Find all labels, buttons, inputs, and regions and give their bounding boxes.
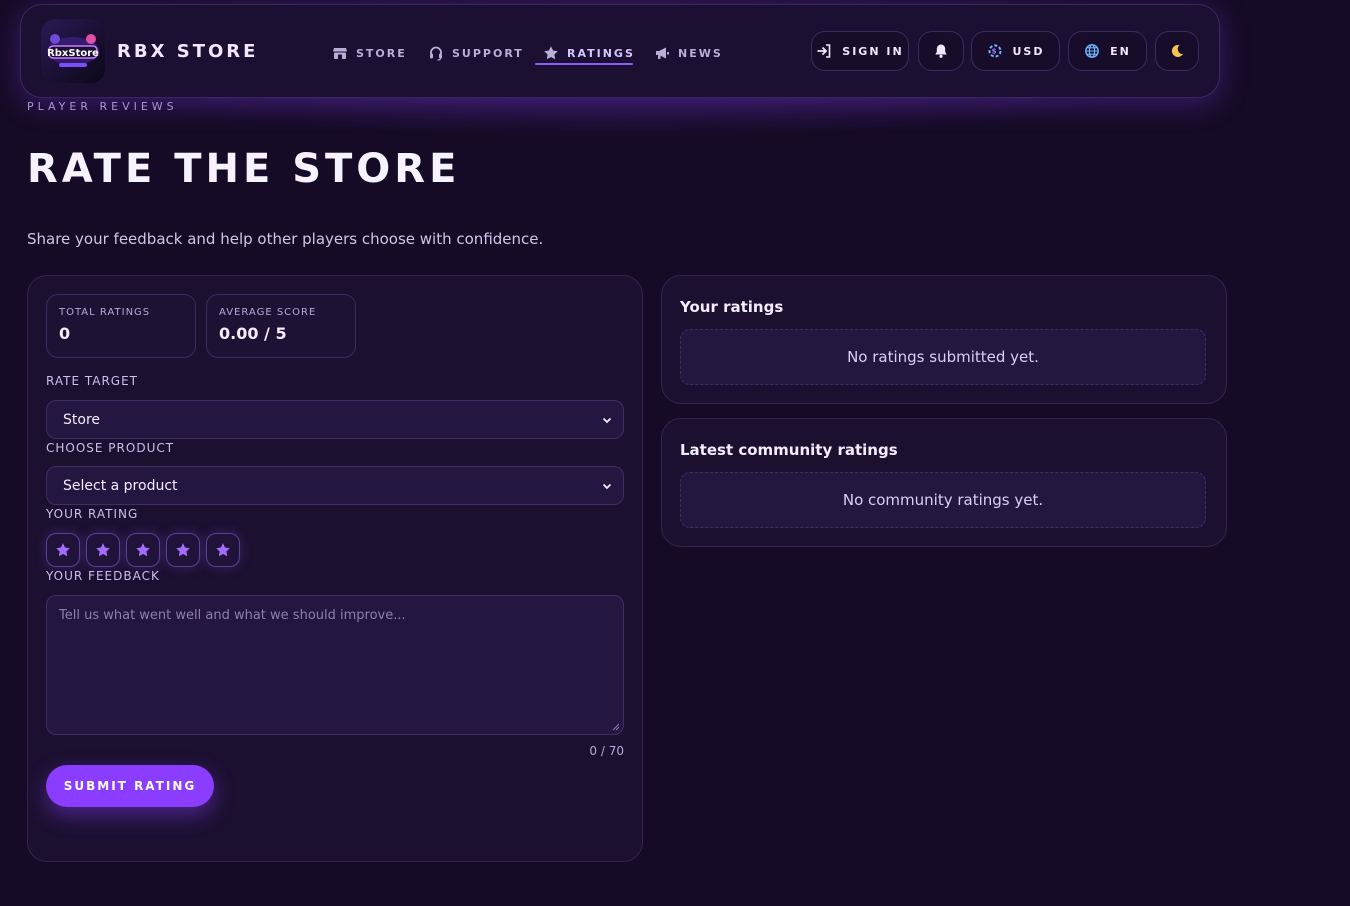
nav-support[interactable]: SUPPORT	[428, 41, 524, 65]
star-icon	[136, 543, 150, 557]
nav-ratings[interactable]: RATINGS	[543, 41, 635, 65]
page-eyebrow: PLAYER REVIEWS	[27, 100, 178, 113]
sign-in-icon	[817, 44, 831, 58]
star-icon	[216, 543, 230, 557]
nav-support-label: SUPPORT	[452, 46, 524, 60]
your-rating-label: YOUR RATING	[46, 507, 139, 521]
chevron-down-icon	[602, 483, 612, 489]
rate-target-select[interactable]: Store	[46, 400, 624, 439]
globe-icon	[1085, 44, 1100, 58]
star-icon	[176, 543, 190, 557]
nav-store-label: STORE	[356, 46, 407, 60]
your-ratings-title: Your ratings	[680, 298, 784, 316]
submit-rating-button[interactable]: SUBMIT RATING	[46, 765, 214, 807]
theme-toggle[interactable]	[1155, 31, 1199, 71]
stat-value: 0.00 / 5	[219, 324, 287, 343]
currency-icon: $	[988, 44, 1001, 58]
choose-product-label: CHOOSE PRODUCT	[46, 441, 175, 455]
product-value: Select a product	[63, 477, 178, 494]
star-icon	[96, 543, 110, 557]
megaphone-icon	[656, 47, 669, 59]
sign-in-label: SIGN IN	[842, 44, 904, 58]
character-counter: 0 / 70	[589, 744, 624, 758]
top-navbar: RbxStore RBX STORE STORE SUPPORT RATINGS	[20, 4, 1220, 98]
svg-text:$: $	[991, 48, 998, 56]
currency-label: USD	[1012, 44, 1045, 58]
logo-text: RbxStore	[47, 48, 99, 59]
nav-ratings-label: RATINGS	[567, 46, 635, 60]
store-logo[interactable]: RbxStore	[41, 19, 105, 83]
nav-news-label: NEWS	[678, 46, 723, 60]
average-score-stat: AVERAGE SCORE 0.00 / 5	[206, 294, 356, 358]
stat-value: 0	[59, 324, 71, 343]
page-title: RATE THE STORE	[27, 146, 461, 192]
language-label: EN	[1110, 44, 1131, 58]
rating-form-card: TOTAL RATINGS 0 AVERAGE SCORE 0.00 / 5 R…	[27, 275, 643, 862]
headset-icon	[430, 46, 442, 61]
feedback-textarea[interactable]: Tell us what went well and what we shoul…	[46, 595, 624, 735]
rate-target-label: RATE TARGET	[46, 374, 139, 388]
moon-icon	[1171, 44, 1183, 57]
notifications-button[interactable]	[918, 31, 964, 71]
resize-handle-icon[interactable]	[612, 723, 620, 731]
star-icon	[544, 46, 558, 60]
community-ratings-title: Latest community ratings	[680, 441, 898, 459]
stat-label: TOTAL RATINGS	[59, 307, 151, 318]
star-icon	[56, 543, 70, 557]
your-ratings-empty-state: No ratings submitted yet.	[680, 329, 1206, 385]
language-selector[interactable]: EN	[1068, 31, 1147, 71]
rating-star-button[interactable]	[206, 533, 240, 567]
your-feedback-label: YOUR FEEDBACK	[46, 569, 160, 583]
your-ratings-panel: Your ratings No ratings submitted yet.	[661, 275, 1227, 404]
chevron-down-icon	[602, 417, 612, 423]
total-ratings-stat: TOTAL RATINGS 0	[46, 294, 196, 358]
rating-star-button[interactable]	[86, 533, 120, 567]
stat-label: AVERAGE SCORE	[219, 307, 317, 318]
bell-icon	[935, 44, 947, 58]
rating-star-button[interactable]	[126, 533, 160, 567]
rating-star-button[interactable]	[166, 533, 200, 567]
rating-star-button[interactable]	[46, 533, 80, 567]
rate-target-value: Store	[63, 411, 101, 428]
nav-news[interactable]: NEWS	[654, 41, 723, 65]
page-subtitle: Share your feedback and help other playe…	[27, 230, 544, 248]
feedback-placeholder: Tell us what went well and what we shoul…	[59, 608, 406, 623]
active-nav-indicator	[535, 63, 633, 65]
community-ratings-empty-state: No community ratings yet.	[680, 472, 1206, 528]
product-select[interactable]: Select a product	[46, 466, 624, 505]
currency-selector[interactable]: $ USD	[971, 31, 1060, 71]
sign-in-button[interactable]: SIGN IN	[811, 31, 909, 71]
community-ratings-panel: Latest community ratings No community ra…	[661, 418, 1227, 547]
store-icon	[333, 48, 347, 59]
nav-store[interactable]: STORE	[332, 41, 407, 65]
brand-name: RBX STORE	[117, 41, 259, 62]
